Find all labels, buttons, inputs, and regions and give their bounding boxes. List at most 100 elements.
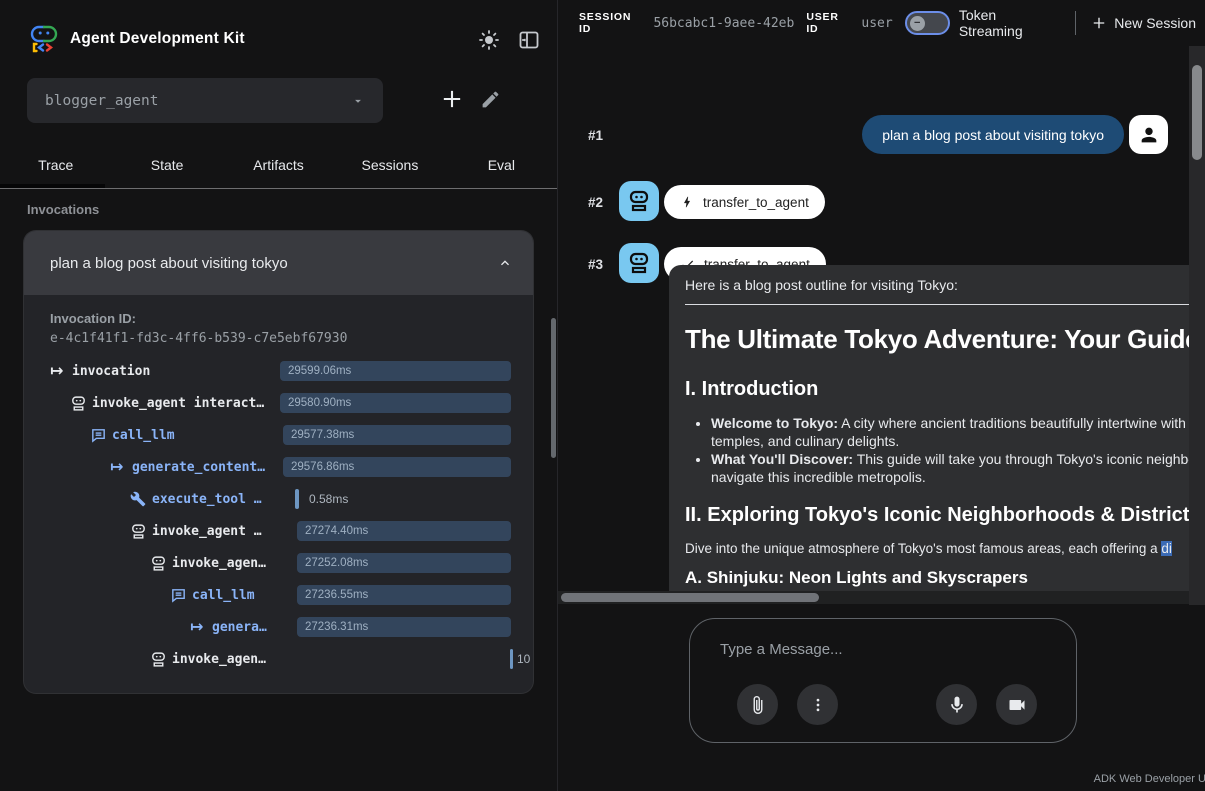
video-camera-button[interactable] (996, 684, 1037, 725)
agent-select-dropdown[interactable]: blogger_agent (27, 78, 383, 123)
microphone-button[interactable] (936, 684, 977, 725)
sidebar-tabs: Trace State Artifacts Sessions Eval (0, 141, 557, 189)
theme-toggle-button[interactable] (477, 27, 503, 53)
duration-bar: 27236.55ms (297, 585, 511, 605)
plus-icon (1090, 14, 1108, 32)
chevron-up-icon[interactable] (497, 255, 513, 271)
invocation-title: plan a blog post about visiting tokyo (50, 255, 288, 272)
agent-avatar (619, 243, 659, 283)
tab-artifacts[interactable]: Artifacts (223, 141, 334, 188)
horizontal-scrollbar-thumb[interactable] (561, 593, 819, 602)
add-session-button[interactable] (438, 83, 470, 115)
video-camera-icon (1007, 695, 1027, 715)
tab-state[interactable]: State (111, 141, 222, 188)
session-id-label: SESSION ID (579, 11, 645, 35)
chat-bubble-icon (90, 427, 107, 444)
duration-bar: 29580.90ms (280, 393, 511, 413)
app-title: Agent Development Kit (70, 30, 245, 48)
collapse-panel-button[interactable] (517, 27, 543, 53)
trace-row-invoke-agent[interactable]: invoke_agent interact… 29580.90ms (24, 387, 533, 419)
attach-file-button[interactable] (737, 684, 778, 725)
robot-icon (150, 651, 167, 668)
message-list: #1 plan a blog post about visiting tokyo… (558, 46, 1205, 605)
response-intro: Here is a blog post outline for visiting… (685, 277, 1189, 293)
vertical-scrollbar-thumb[interactable] (1192, 65, 1202, 160)
maps-to-arrow-icon: ↦ (50, 363, 67, 380)
vertical-scrollbar[interactable] (1189, 46, 1205, 605)
trace-tree: ↦ invocation 29599.06ms invoke_agent int… (24, 355, 533, 675)
user-id-label: USER ID (806, 11, 853, 35)
robot-icon (627, 251, 651, 275)
trace-row-generate-content[interactable]: ↦ generate_content… 29576.86ms (24, 451, 533, 483)
tab-trace[interactable]: Trace (0, 141, 111, 188)
session-bar: SESSION ID 56bcabc1-9aee-42eb USER ID us… (558, 0, 1205, 46)
edit-agent-button[interactable] (480, 86, 506, 112)
plus-icon (438, 85, 470, 113)
trace-row-invoke-agent[interactable]: invoke_agen… 10 (24, 643, 533, 675)
agent-response-card: Here is a blog post outline for visiting… (669, 265, 1189, 593)
new-session-button[interactable]: New Session (1090, 14, 1196, 32)
wrench-icon (130, 491, 147, 508)
horizontal-scrollbar[interactable] (558, 591, 1189, 604)
sun-icon (477, 28, 503, 52)
maps-to-arrow-icon: ↦ (110, 459, 127, 476)
person-icon (1138, 124, 1160, 146)
paperclip-icon (748, 695, 768, 715)
trace-row-call-llm[interactable]: call_llm 29577.38ms (24, 419, 533, 451)
list-item: Welcome to Tokyo: A city where ancient t… (711, 414, 1189, 450)
trace-row-generate-content[interactable]: ↦ genera… 27236.31ms (24, 611, 533, 643)
duration-bar: 29576.86ms (283, 457, 511, 477)
invocation-id-label: Invocation ID: (50, 311, 136, 326)
duration-bar: 29577.38ms (283, 425, 511, 445)
message-index: #3 (588, 257, 603, 272)
session-id-value: 56bcabc1-9aee-42eb (653, 16, 794, 31)
duration-bar: 29599.06ms (280, 361, 511, 381)
message-index: #1 (588, 128, 603, 143)
robot-icon (70, 395, 87, 412)
trace-row-call-llm[interactable]: call_llm 27236.55ms (24, 579, 533, 611)
duration-bar: 27236.31ms (297, 617, 511, 637)
duration-bar: 27274.40ms (297, 521, 511, 541)
agent-avatar (619, 181, 659, 221)
side-panel-icon (517, 28, 543, 52)
duration-bar (510, 649, 513, 669)
invocation-id-value: e-4c1f41f1-fd3c-4ff6-b539-c7e5ebf67930 (50, 331, 347, 346)
more-vert-icon (809, 696, 827, 714)
agent-select-value: blogger_agent (45, 93, 159, 109)
tab-sessions[interactable]: Sessions (334, 141, 445, 188)
tool-call-chip[interactable]: transfer_to_agent (664, 185, 825, 219)
maps-to-arrow-icon: ↦ (190, 619, 207, 636)
footer-note: ADK Web Developer UI (1094, 773, 1205, 785)
trace-row-execute-tool[interactable]: execute_tool … 0.58ms (24, 483, 533, 515)
robot-icon (130, 523, 147, 540)
tab-eval[interactable]: Eval (446, 141, 557, 188)
token-streaming-label: Token Streaming (959, 7, 1062, 39)
message-input[interactable] (720, 641, 1040, 658)
invocation-card-header[interactable]: plan a blog post about visiting tokyo (24, 231, 533, 295)
section-heading-2: II. Exploring Tokyo's Iconic Neighborhoo… (685, 504, 1189, 527)
trace-row-invoke-agent[interactable]: invoke_agen… 27252.08ms (24, 547, 533, 579)
invocation-card: plan a blog post about visiting tokyo In… (24, 231, 533, 693)
adk-logo-icon (28, 22, 60, 54)
trace-row-invocation[interactable]: ↦ invocation 29599.06ms (24, 355, 533, 387)
sidebar: Agent Development Kit blogger_agent (0, 0, 557, 791)
pencil-icon (480, 89, 506, 110)
message-composer (689, 618, 1077, 743)
sidebar-scrollbar[interactable] (551, 318, 556, 458)
sidebar-header: Agent Development Kit (0, 0, 557, 64)
list-item: What You'll Discover: This guide will ta… (711, 450, 1189, 486)
divider (1075, 11, 1076, 35)
bolt-icon (680, 195, 694, 209)
token-streaming-toggle[interactable]: − (905, 11, 950, 35)
more-options-button[interactable] (797, 684, 838, 725)
intro-bullet-list: Welcome to Tokyo: A city where ancient t… (711, 414, 1189, 486)
clipped-subheading: A. Shinjuku: Neon Lights and Skyscrapers (685, 568, 1189, 588)
invocation-card-body: Invocation ID: e-4c1f41f1-fd3c-4ff6-b539… (24, 295, 533, 693)
user-avatar (1129, 115, 1168, 154)
robot-icon (150, 555, 167, 572)
text-selection: di (1161, 541, 1172, 556)
trace-row-invoke-agent[interactable]: invoke_agent … 27274.40ms (24, 515, 533, 547)
duration-bar: 27252.08ms (297, 553, 511, 573)
duration-bar (295, 489, 299, 509)
invocations-heading: Invocations (27, 202, 99, 217)
